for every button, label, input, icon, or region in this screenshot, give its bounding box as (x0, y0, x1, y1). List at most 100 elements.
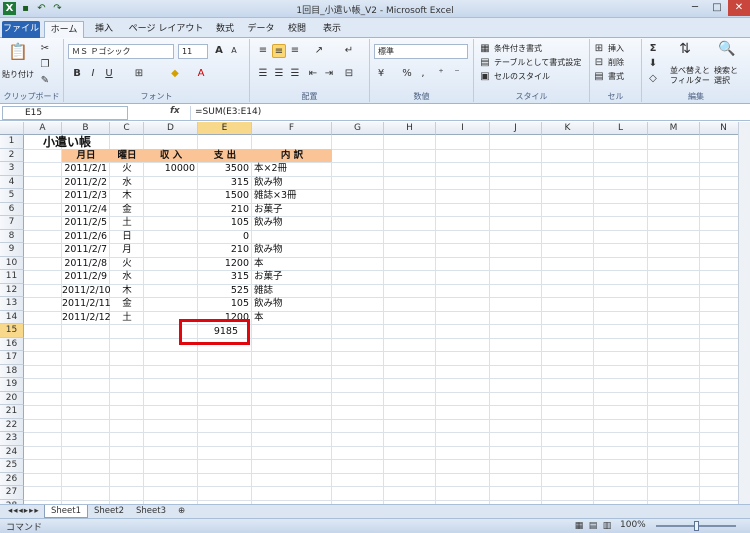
decrease-indent-icon[interactable]: ⇤ (306, 67, 320, 81)
shrink-font-button[interactable]: A (227, 44, 241, 58)
tab-data[interactable]: データ (244, 21, 278, 38)
maximize-button[interactable]: □ (706, 0, 728, 16)
name-box[interactable]: E15 (2, 106, 128, 120)
cell-date[interactable]: 2011/2/3 (62, 189, 110, 203)
tab-insert[interactable]: 挿入 (88, 21, 120, 38)
currency-icon[interactable]: ¥ (374, 67, 388, 81)
cell-day[interactable]: 土 (110, 311, 144, 325)
cell-income[interactable] (144, 216, 198, 230)
font-size-select[interactable]: 11 (178, 44, 208, 59)
cell-note[interactable]: 飲み物 (252, 297, 332, 311)
font-color-icon[interactable]: A (194, 67, 208, 81)
worksheet-grid[interactable]: ABCDEFGHIJKLMN 1 2 3 4 5 6 7 8 9 10 11 12 13 14 15 16 17… (0, 122, 738, 504)
fill-color-icon[interactable]: ◆ (168, 67, 182, 81)
header-cell[interactable]: 月日 (62, 149, 110, 163)
cell-income[interactable] (144, 284, 198, 298)
row-header-4[interactable]: 4 (0, 175, 24, 189)
cell-note[interactable]: 飲み物 (252, 176, 332, 190)
cell-note[interactable]: 飲み物 (252, 216, 332, 230)
cell-expense[interactable]: 105 (198, 297, 252, 311)
format-as-table-button[interactable]: テーブルとして書式設定 (494, 57, 581, 68)
cut-icon[interactable]: ✂ (38, 42, 52, 56)
minimize-button[interactable]: ─ (684, 0, 706, 16)
col-header-n[interactable]: N (700, 122, 738, 135)
cell-styles-button[interactable]: セルのスタイル (494, 71, 550, 82)
row-header-27[interactable]: 27 (0, 486, 24, 500)
close-button[interactable]: ✕ (728, 0, 750, 16)
delete-cells-icon[interactable]: ⊟ (592, 56, 606, 70)
increase-decimal-icon[interactable]: ⁺ (434, 67, 448, 81)
paste-icon[interactable]: 📋 (8, 44, 28, 67)
cell-date[interactable]: 2011/2/10 (62, 284, 111, 298)
underline-button[interactable]: U (102, 67, 116, 81)
cell-expense[interactable]: 105 (198, 216, 252, 230)
grow-font-button[interactable]: A (212, 44, 226, 58)
align-center-icon[interactable]: ☰ (272, 67, 286, 81)
row-header-10[interactable]: 10 (0, 256, 24, 270)
row-header-1[interactable]: 1 (0, 135, 24, 149)
insert-cells-button[interactable]: 挿入 (608, 43, 624, 54)
copy-icon[interactable]: ❐ (38, 58, 52, 72)
cell-date[interactable]: 2011/2/6 (62, 230, 110, 244)
bold-button[interactable]: B (70, 67, 84, 81)
percent-button[interactable]: % (400, 67, 414, 81)
cell-expense[interactable]: 525 (198, 284, 252, 298)
row-header-23[interactable]: 23 (0, 432, 24, 446)
cell-day[interactable]: 木 (110, 189, 144, 203)
find-select-label-2[interactable]: 選択 (714, 75, 730, 86)
row-header-16[interactable]: 16 (0, 337, 24, 351)
cell-expense[interactable]: 315 (198, 176, 252, 190)
formula-input[interactable]: =SUM(E3:E14) (190, 106, 736, 120)
row-header-18[interactable]: 18 (0, 364, 24, 378)
autosum-button[interactable]: Σ (646, 42, 660, 56)
cell-income[interactable]: 10000 (144, 162, 198, 176)
cell-income[interactable] (144, 257, 198, 271)
row-header-20[interactable]: 20 (0, 391, 24, 405)
header-cell[interactable]: 曜日 (110, 149, 144, 163)
conditional-format-button[interactable]: 条件付き書式 (494, 43, 542, 54)
cell-styles-icon[interactable]: ▣ (478, 70, 492, 84)
header-cell[interactable]: 支 出 (198, 149, 252, 163)
tab-view[interactable]: 表示 (316, 21, 348, 38)
cell-date[interactable]: 2011/2/9 (62, 270, 110, 284)
cell-date[interactable]: 2011/2/12 (62, 311, 111, 325)
sort-filter-icon[interactable]: ⇅ (676, 42, 694, 60)
align-middle-icon[interactable]: ≡ (272, 44, 286, 58)
col-header-k[interactable]: K (542, 122, 594, 135)
normal-view-icon[interactable]: ▦ (572, 519, 586, 533)
cell-date[interactable]: 2011/2/7 (62, 243, 110, 257)
tab-formulas[interactable]: 数式 (210, 21, 240, 38)
cell-expense[interactable]: 0 (198, 230, 252, 244)
cell-note[interactable]: 雑誌 (252, 284, 332, 298)
italic-button[interactable]: I (86, 67, 100, 81)
border-icon[interactable]: ⊞ (132, 67, 146, 81)
cell-expense[interactable]: 3500 (198, 162, 252, 176)
col-header-c[interactable]: C (110, 122, 144, 135)
cell-date[interactable]: 2011/2/4 (62, 203, 110, 217)
find-select-icon[interactable]: 🔍 (718, 42, 736, 60)
cell-income[interactable] (144, 203, 198, 217)
cell-day[interactable]: 金 (110, 297, 144, 311)
cell-expense[interactable]: 210 (198, 243, 252, 257)
row-header-13[interactable]: 13 (0, 297, 24, 311)
row-header-15[interactable]: 15 (0, 324, 24, 338)
tab-page-layout[interactable]: ページ レイアウト (124, 21, 208, 38)
header-cell[interactable]: 収 入 (144, 149, 198, 163)
cell-note[interactable] (252, 230, 332, 244)
header-cell[interactable]: 内 訳 (252, 149, 332, 163)
row-header-12[interactable]: 12 (0, 283, 24, 297)
page-layout-view-icon[interactable]: ▤ (586, 519, 600, 533)
col-header-a[interactable]: A (24, 122, 62, 135)
number-format-select[interactable]: 標準 (374, 44, 468, 59)
increase-indent-icon[interactable]: ⇥ (322, 67, 336, 81)
fill-icon[interactable]: ⬇ (646, 57, 660, 71)
cell-date[interactable]: 2011/2/8 (62, 257, 110, 271)
cell-income[interactable] (144, 230, 198, 244)
row-header-5[interactable]: 5 (0, 189, 24, 203)
row-header-26[interactable]: 26 (0, 472, 24, 486)
col-header-f[interactable]: F (252, 122, 332, 135)
tab-file[interactable]: ファイル (2, 21, 40, 38)
cell-expense[interactable]: 210 (198, 203, 252, 217)
select-all-corner[interactable] (0, 122, 24, 135)
cell-date[interactable]: 2011/2/11 (62, 297, 111, 311)
